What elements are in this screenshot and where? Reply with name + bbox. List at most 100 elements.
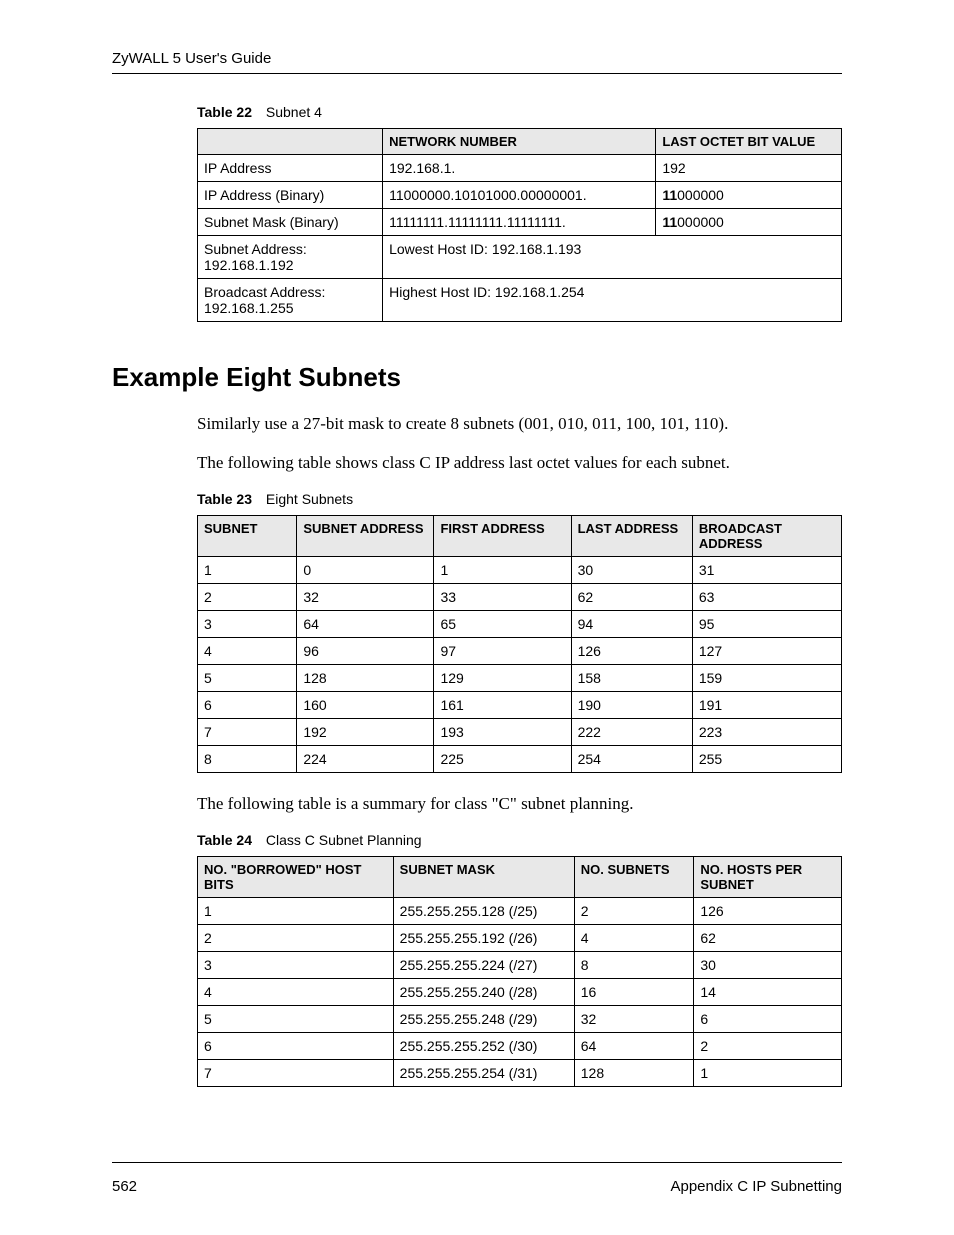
footer: 562 Appendix C IP Subnetting	[112, 1170, 842, 1195]
cell: 64	[574, 1032, 694, 1059]
cell: 161	[434, 691, 571, 718]
cell: 97	[434, 637, 571, 664]
table-row: 232336263	[198, 583, 842, 610]
table-row: 364659495	[198, 610, 842, 637]
cell: 1	[198, 556, 297, 583]
cell: 192	[297, 718, 434, 745]
table-row: 5128129158159	[198, 664, 842, 691]
header-guide: ZyWALL 5 User's Guide	[112, 50, 842, 67]
cell: 1	[198, 897, 394, 924]
table-row: IP Address (Binary) 11000000.10101000.00…	[198, 182, 842, 209]
cell: 63	[692, 583, 841, 610]
cell: 14	[694, 978, 842, 1005]
cell: 255.255.255.252 (/30)	[393, 1032, 574, 1059]
t24-h3: NO. HOSTS PER SUBNET	[694, 856, 842, 897]
cell: 8	[198, 745, 297, 772]
cell: 222	[571, 718, 692, 745]
cell: 6	[198, 1032, 394, 1059]
cell: 128	[297, 664, 434, 691]
cell: 8	[574, 951, 694, 978]
cell: 30	[694, 951, 842, 978]
cell: 62	[694, 924, 842, 951]
cell: 62	[571, 583, 692, 610]
cell: 4	[198, 637, 297, 664]
cell: 4	[198, 978, 394, 1005]
cell: 33	[434, 583, 571, 610]
cell: 65	[434, 610, 571, 637]
t22-r2-last: 11000000	[656, 209, 842, 236]
table23: SUBNET SUBNET ADDRESS FIRST ADDRESS LAST…	[197, 515, 842, 773]
t22-span0-val: Lowest Host ID: 192.168.1.193	[383, 236, 842, 279]
cell: 0	[297, 556, 434, 583]
cell: 255.255.255.128 (/25)	[393, 897, 574, 924]
cell: 2	[198, 924, 394, 951]
table22-number: Table 22	[197, 104, 252, 120]
cell: 32	[297, 583, 434, 610]
t22-r2-label: Subnet Mask (Binary)	[198, 209, 383, 236]
table23-number: Table 23	[197, 491, 252, 507]
table-row: 6160161190191	[198, 691, 842, 718]
cell: 126	[694, 897, 842, 924]
cell: 126	[571, 637, 692, 664]
paragraph-2: The following table shows class C IP add…	[197, 452, 842, 475]
table22: NETWORK NUMBER LAST OCTET BIT VALUE IP A…	[197, 128, 842, 322]
t22-r1-last: 11000000	[656, 182, 842, 209]
table-row: IP Address 192.168.1. 192	[198, 155, 842, 182]
t24-h0: NO. "BORROWED" HOST BITS	[198, 856, 394, 897]
cell: 127	[692, 637, 841, 664]
cell: 158	[571, 664, 692, 691]
cell: 128	[574, 1059, 694, 1086]
table24: NO. "BORROWED" HOST BITS SUBNET MASK NO.…	[197, 856, 842, 1087]
table-row: 4255.255.255.240 (/28)1614	[198, 978, 842, 1005]
footer-rule	[112, 1162, 842, 1163]
table-row: 49697126127	[198, 637, 842, 664]
table-row: 8224225254255	[198, 745, 842, 772]
cell: 224	[297, 745, 434, 772]
t23-h1: SUBNET ADDRESS	[297, 515, 434, 556]
cell: 159	[692, 664, 841, 691]
t22-r2-net: 11111111.11111111.11111111.	[383, 209, 656, 236]
table-row: 2255.255.255.192 (/26)462	[198, 924, 842, 951]
cell: 160	[297, 691, 434, 718]
t22-r1-bold: 11	[662, 187, 677, 203]
cell: 6	[694, 1005, 842, 1032]
page: ZyWALL 5 User's Guide Table 22 Subnet 4 …	[0, 0, 954, 1235]
footer-appendix: Appendix C IP Subnetting	[670, 1178, 842, 1195]
t22-r0-last: 192	[656, 155, 842, 182]
cell: 254	[571, 745, 692, 772]
footer-page-number: 562	[112, 1178, 137, 1195]
cell: 255.255.255.248 (/29)	[393, 1005, 574, 1032]
cell: 255.255.255.254 (/31)	[393, 1059, 574, 1086]
header-rule	[112, 73, 842, 74]
table-row: 3255.255.255.224 (/27)830	[198, 951, 842, 978]
cell: 6	[198, 691, 297, 718]
t22-head-last-octet: LAST OCTET BIT VALUE	[656, 129, 842, 155]
cell: 95	[692, 610, 841, 637]
t23-h3: LAST ADDRESS	[571, 515, 692, 556]
cell: 255.255.255.224 (/27)	[393, 951, 574, 978]
table24-number: Table 24	[197, 832, 252, 848]
table22-caption: Table 22 Subnet 4	[197, 104, 842, 120]
t22-r2-bold: 11	[662, 214, 677, 230]
t22-head-network: NETWORK NUMBER	[383, 129, 656, 155]
cell: 255.255.255.192 (/26)	[393, 924, 574, 951]
cell: 190	[571, 691, 692, 718]
t22-r2-rest: 000000	[677, 214, 724, 230]
cell: 2	[574, 897, 694, 924]
cell: 94	[571, 610, 692, 637]
cell: 1	[434, 556, 571, 583]
cell: 32	[574, 1005, 694, 1032]
table-row: 1255.255.255.128 (/25)2126	[198, 897, 842, 924]
t22-span1-val: Highest Host ID: 192.168.1.254	[383, 279, 842, 322]
paragraph-1: Similarly use a 27-bit mask to create 8 …	[197, 413, 842, 436]
table-row: Broadcast Address: 192.168.1.255 Highest…	[198, 279, 842, 322]
cell: 191	[692, 691, 841, 718]
cell: 5	[198, 664, 297, 691]
cell: 30	[571, 556, 692, 583]
cell: 7	[198, 1059, 394, 1086]
table-row: Subnet Address: 192.168.1.192 Lowest Hos…	[198, 236, 842, 279]
cell: 3	[198, 951, 394, 978]
table-row: 7255.255.255.254 (/31)1281	[198, 1059, 842, 1086]
t22-head-empty	[198, 129, 383, 155]
cell: 5	[198, 1005, 394, 1032]
